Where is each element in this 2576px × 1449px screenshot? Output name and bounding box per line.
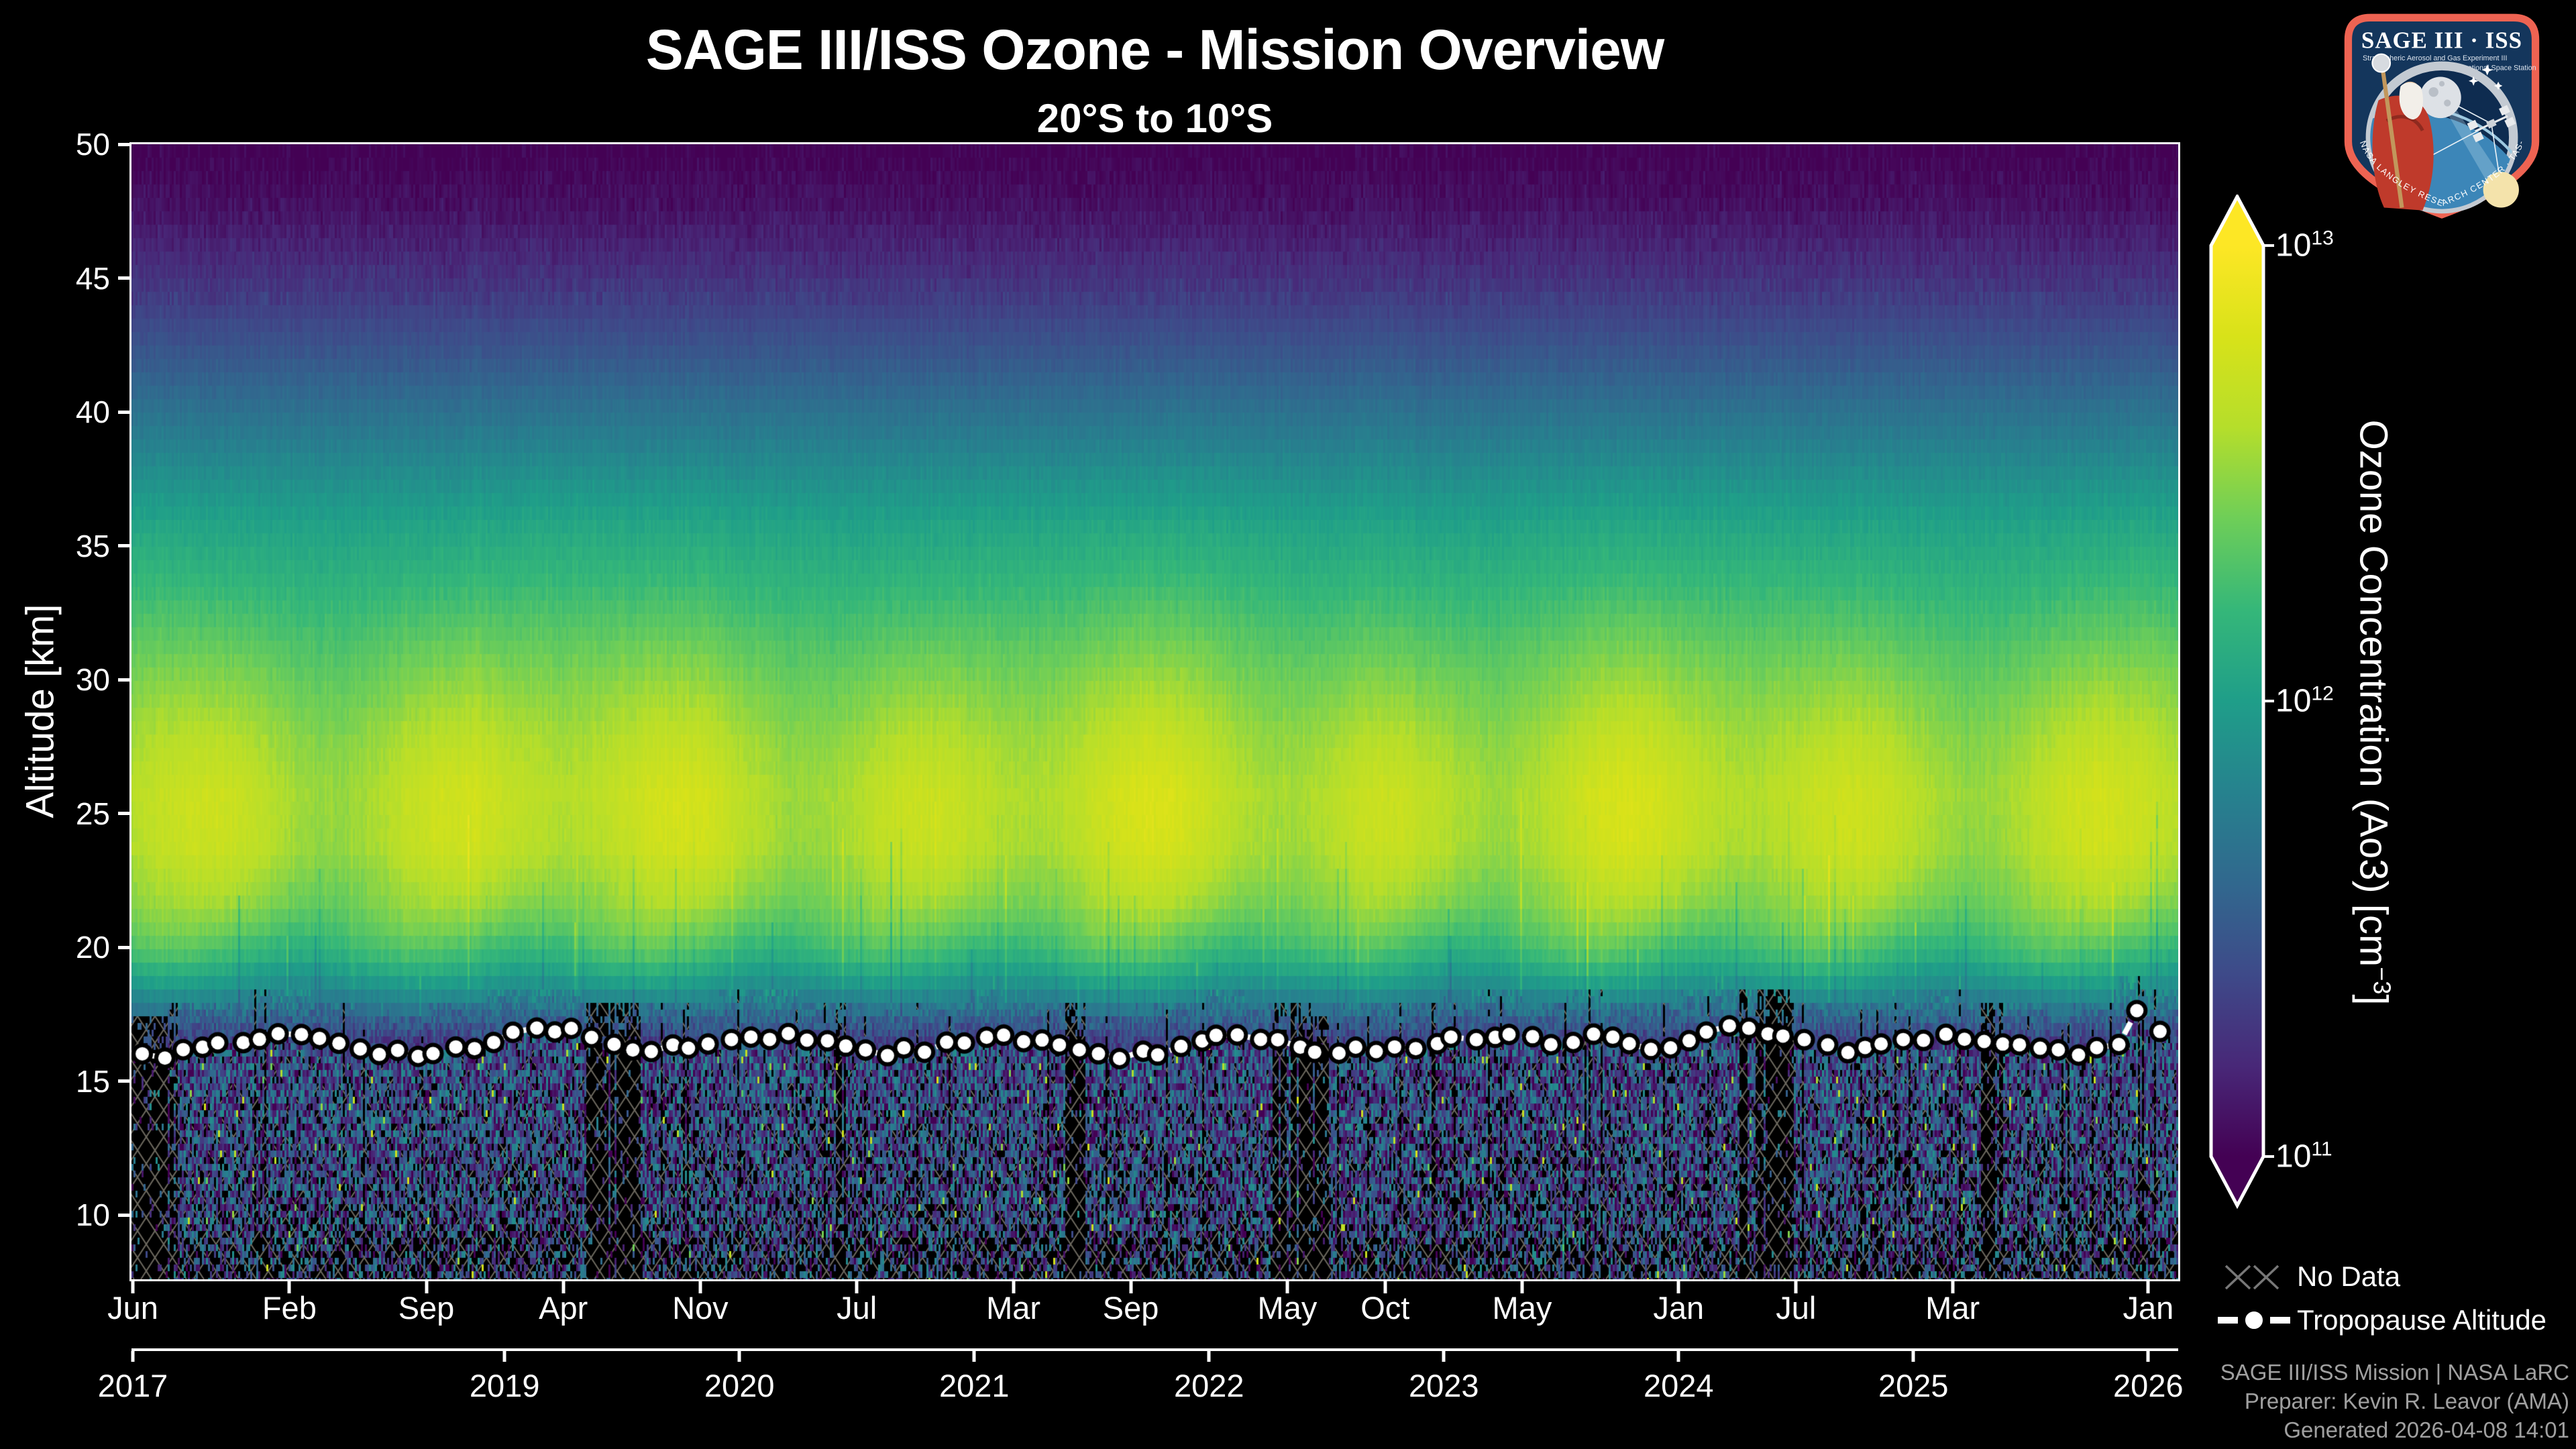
y-tick-label: 10 [0,1197,110,1233]
y-tick-mark [118,544,129,547]
x-year-tick-label: 2019 [470,1367,540,1404]
y-axis-label: Altitude [km] [18,604,63,818]
x-month-tick-label: Jun [107,1289,158,1326]
y-tick-label: 25 [0,796,110,832]
figure-root: SAGE III/ISS Ozone - Mission Overview 20… [0,0,2576,1449]
y-tick-label: 30 [0,661,110,698]
colorbar-axis-label: Ozone Concentration (Ao3) [cm−3] [2351,420,2396,1006]
sage-iii-iss-mission-patch-logo: SAGE III · ISS Stratospheric Aerosol and… [2339,9,2545,220]
ozone-heatmap-canvas [131,144,2178,1279]
x-year-tick-label: 2024 [1644,1367,1714,1404]
x-month-tick-label: Jan [1653,1289,1704,1326]
x-month-tick-label: Jan [2123,1289,2174,1326]
page-subtitle: 20°S to 10°S [131,95,2178,142]
x-year-tick-mark [1677,1351,1680,1362]
x-year-tick-mark [738,1351,741,1362]
y-tick-mark [118,678,129,682]
no-data-hatch-icon [2222,1259,2284,1294]
y-tick-label: 50 [0,126,110,162]
attribution-line-4: Data Version: 6.0.0 [2220,1444,2569,1449]
colorbar-tick-mid [2263,700,2274,702]
x-month-tick-label: Mar [1925,1289,1980,1326]
x-year-tick-label: 2017 [98,1367,168,1404]
y-tick-mark [118,411,129,414]
attribution-line-3: Generated 2026-04-08 14:01 [2220,1415,2569,1444]
colorbar-tick-top [2263,244,2274,247]
colorbar-tick-label-1e13: 1013 [2275,227,2334,264]
colorbar-tick-label-1e11: 1011 [2275,1138,2332,1175]
x-year-tick-label: 2022 [1174,1367,1244,1404]
patch-title: SAGE III · ISS [2361,27,2522,53]
x-month-tick-label: May [1493,1289,1552,1326]
y-tick-mark [118,1079,129,1083]
attribution-block: SAGE III/ISS Mission | NASA LaRC Prepare… [2220,1358,2569,1449]
x-month-tick-label: Apr [539,1289,588,1326]
y-tick-mark [118,812,129,815]
attribution-line-2: Preparer: Kevin R. Leavor (AMA) [2220,1387,2569,1415]
attribution-line-1: SAGE III/ISS Mission | NASA LaRC [2220,1358,2569,1387]
x-year-tick-label: 2023 [1409,1367,1479,1404]
x-month-tick-label: Mar [986,1289,1040,1326]
y-tick-label: 35 [0,528,110,564]
heatmap-plot-area [129,142,2180,1281]
x-month-tick-label: May [1258,1289,1318,1326]
y-tick-mark [118,276,129,280]
colorbar [2208,195,2282,1209]
x-year-tick-label: 2020 [704,1367,775,1404]
x-year-axis-line [131,1348,2178,1351]
legend-tropopause-label: Tropopause Altitude [2297,1304,2546,1336]
x-year-tick-mark [131,1351,135,1362]
x-month-tick-label: Feb [262,1289,317,1326]
colorbar-tick-bottom [2263,1155,2274,1158]
x-year-tick-mark [1208,1351,1211,1362]
x-year-tick-mark [1912,1351,1915,1362]
colorbar-tick-label-1e12: 1012 [2275,683,2334,720]
x-year-tick-mark [2147,1351,2150,1362]
colorbar-gradient-bar [2211,197,2263,1205]
x-month-tick-label: Jul [837,1289,877,1326]
x-year-tick-label: 2026 [2113,1367,2184,1404]
y-tick-label: 20 [0,929,110,965]
tropopause-marker-icon [2218,1302,2290,1338]
x-year-tick-mark [1442,1351,1446,1362]
x-year-tick-mark [503,1351,506,1362]
y-tick-mark [118,1214,129,1217]
y-tick-mark [118,946,129,949]
y-tick-mark [118,143,129,146]
x-month-tick-label: Jul [1776,1289,1816,1326]
y-tick-label: 45 [0,260,110,297]
x-year-tick-label: 2025 [1878,1367,1949,1404]
x-year-tick-label: 2021 [939,1367,1010,1404]
x-year-tick-mark [973,1351,976,1362]
x-month-tick-label: Nov [672,1289,729,1326]
x-month-tick-label: Oct [1360,1289,1409,1326]
y-tick-label: 15 [0,1063,110,1099]
y-tick-label: 40 [0,394,110,430]
page-title: SAGE III/ISS Ozone - Mission Overview [131,17,2178,83]
x-month-tick-label: Sep [398,1289,455,1326]
x-month-tick-label: Sep [1103,1289,1159,1326]
legend-no-data-label: No Data [2297,1260,2400,1293]
